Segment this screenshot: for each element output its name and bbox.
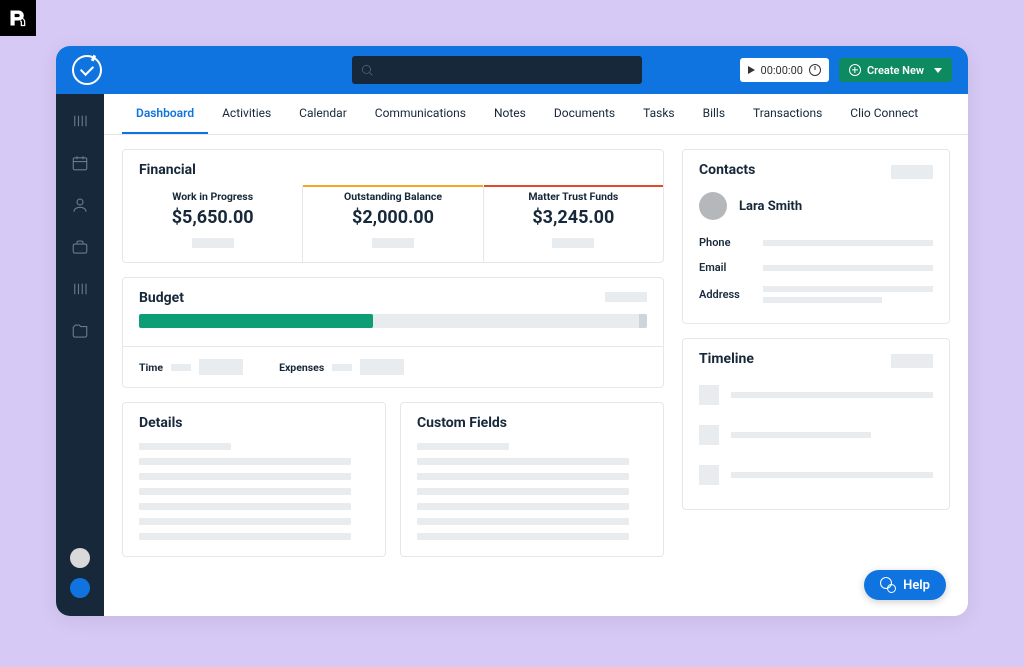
financial-outstanding-balance[interactable]: Outstanding Balance $2,000.00 bbox=[302, 186, 482, 262]
sidebar-item-calendar[interactable] bbox=[71, 154, 89, 172]
clock-icon bbox=[809, 64, 821, 76]
budget-expenses: Expenses bbox=[279, 359, 404, 375]
create-new-label: Create New bbox=[867, 64, 924, 77]
app-window: 00:00:00 Create New Dashboa bbox=[56, 46, 968, 616]
custom-fields-card: Custom Fields bbox=[400, 402, 664, 557]
tab-dashboard[interactable]: Dashboard bbox=[122, 94, 208, 134]
contacts-card: Contacts Lara Smith Phone Email Address bbox=[682, 149, 950, 324]
financial-title: Financial bbox=[123, 150, 663, 186]
financial-card: Financial Work in Progress $5,650.00 Out… bbox=[122, 149, 664, 263]
timeline-item[interactable] bbox=[683, 415, 949, 455]
sidebar-item-documents[interactable] bbox=[71, 322, 89, 340]
timer-value: 00:00:00 bbox=[761, 64, 803, 77]
app-logo-icon[interactable] bbox=[72, 55, 102, 85]
contact-phone: Phone bbox=[683, 230, 949, 255]
play-icon bbox=[748, 66, 755, 74]
contacts-title: Contacts bbox=[683, 150, 771, 186]
sidebar-footer bbox=[70, 548, 90, 598]
tab-bills[interactable]: Bills bbox=[689, 94, 739, 134]
financial-matter-trust-funds[interactable]: Matter Trust Funds $3,245.00 bbox=[483, 186, 663, 262]
timer-widget[interactable]: 00:00:00 bbox=[740, 58, 829, 82]
tab-bar: Dashboard Activities Calendar Communicat… bbox=[104, 94, 968, 135]
tab-transactions[interactable]: Transactions bbox=[739, 94, 836, 134]
sidebar-item-activities[interactable] bbox=[71, 280, 89, 298]
contact-name: Lara Smith bbox=[739, 199, 802, 214]
contact-email: Email bbox=[683, 255, 949, 280]
budget-progress-bar bbox=[139, 314, 647, 328]
contact-address: Address bbox=[683, 280, 949, 309]
timeline-item[interactable] bbox=[683, 455, 949, 495]
timeline-title: Timeline bbox=[683, 339, 770, 375]
tab-activities[interactable]: Activities bbox=[208, 94, 285, 134]
sidebar-item-contacts[interactable] bbox=[71, 196, 89, 214]
help-button[interactable]: Help bbox=[864, 570, 946, 600]
sidebar-dot-2[interactable] bbox=[70, 578, 90, 598]
tab-tasks[interactable]: Tasks bbox=[629, 94, 689, 134]
sidebar bbox=[56, 94, 104, 616]
contact-primary[interactable]: Lara Smith bbox=[683, 186, 949, 230]
help-icon bbox=[880, 577, 896, 593]
tab-calendar[interactable]: Calendar bbox=[285, 94, 361, 134]
timeline-item[interactable] bbox=[683, 375, 949, 415]
sidebar-item-matters[interactable] bbox=[71, 238, 89, 256]
search-icon bbox=[360, 63, 374, 77]
avatar bbox=[699, 192, 727, 220]
create-new-button[interactable]: Create New bbox=[839, 58, 952, 82]
financial-work-in-progress[interactable]: Work in Progress $5,650.00 bbox=[123, 186, 302, 262]
details-title: Details bbox=[123, 403, 385, 439]
chevron-down-icon bbox=[934, 68, 942, 73]
custom-fields-title: Custom Fields bbox=[401, 403, 663, 439]
help-label: Help bbox=[903, 578, 930, 593]
budget-time: Time bbox=[139, 359, 243, 375]
budget-card: Budget Time Expenses bbox=[122, 277, 664, 388]
budget-title: Budget bbox=[123, 278, 200, 314]
tab-communications[interactable]: Communications bbox=[361, 94, 480, 134]
sidebar-dot-1[interactable] bbox=[70, 548, 90, 568]
tab-documents[interactable]: Documents bbox=[540, 94, 629, 134]
sidebar-item-dashboard[interactable] bbox=[71, 112, 89, 130]
tab-notes[interactable]: Notes bbox=[480, 94, 540, 134]
timeline-card: Timeline bbox=[682, 338, 950, 510]
budget-progress-fill bbox=[139, 314, 373, 328]
tab-clio-connect[interactable]: Clio Connect bbox=[836, 94, 932, 134]
details-card: Details bbox=[122, 402, 386, 557]
watermark-logo bbox=[0, 0, 36, 36]
plus-icon bbox=[849, 64, 861, 76]
topbar: 00:00:00 Create New bbox=[56, 46, 968, 94]
search-input[interactable] bbox=[352, 56, 642, 84]
